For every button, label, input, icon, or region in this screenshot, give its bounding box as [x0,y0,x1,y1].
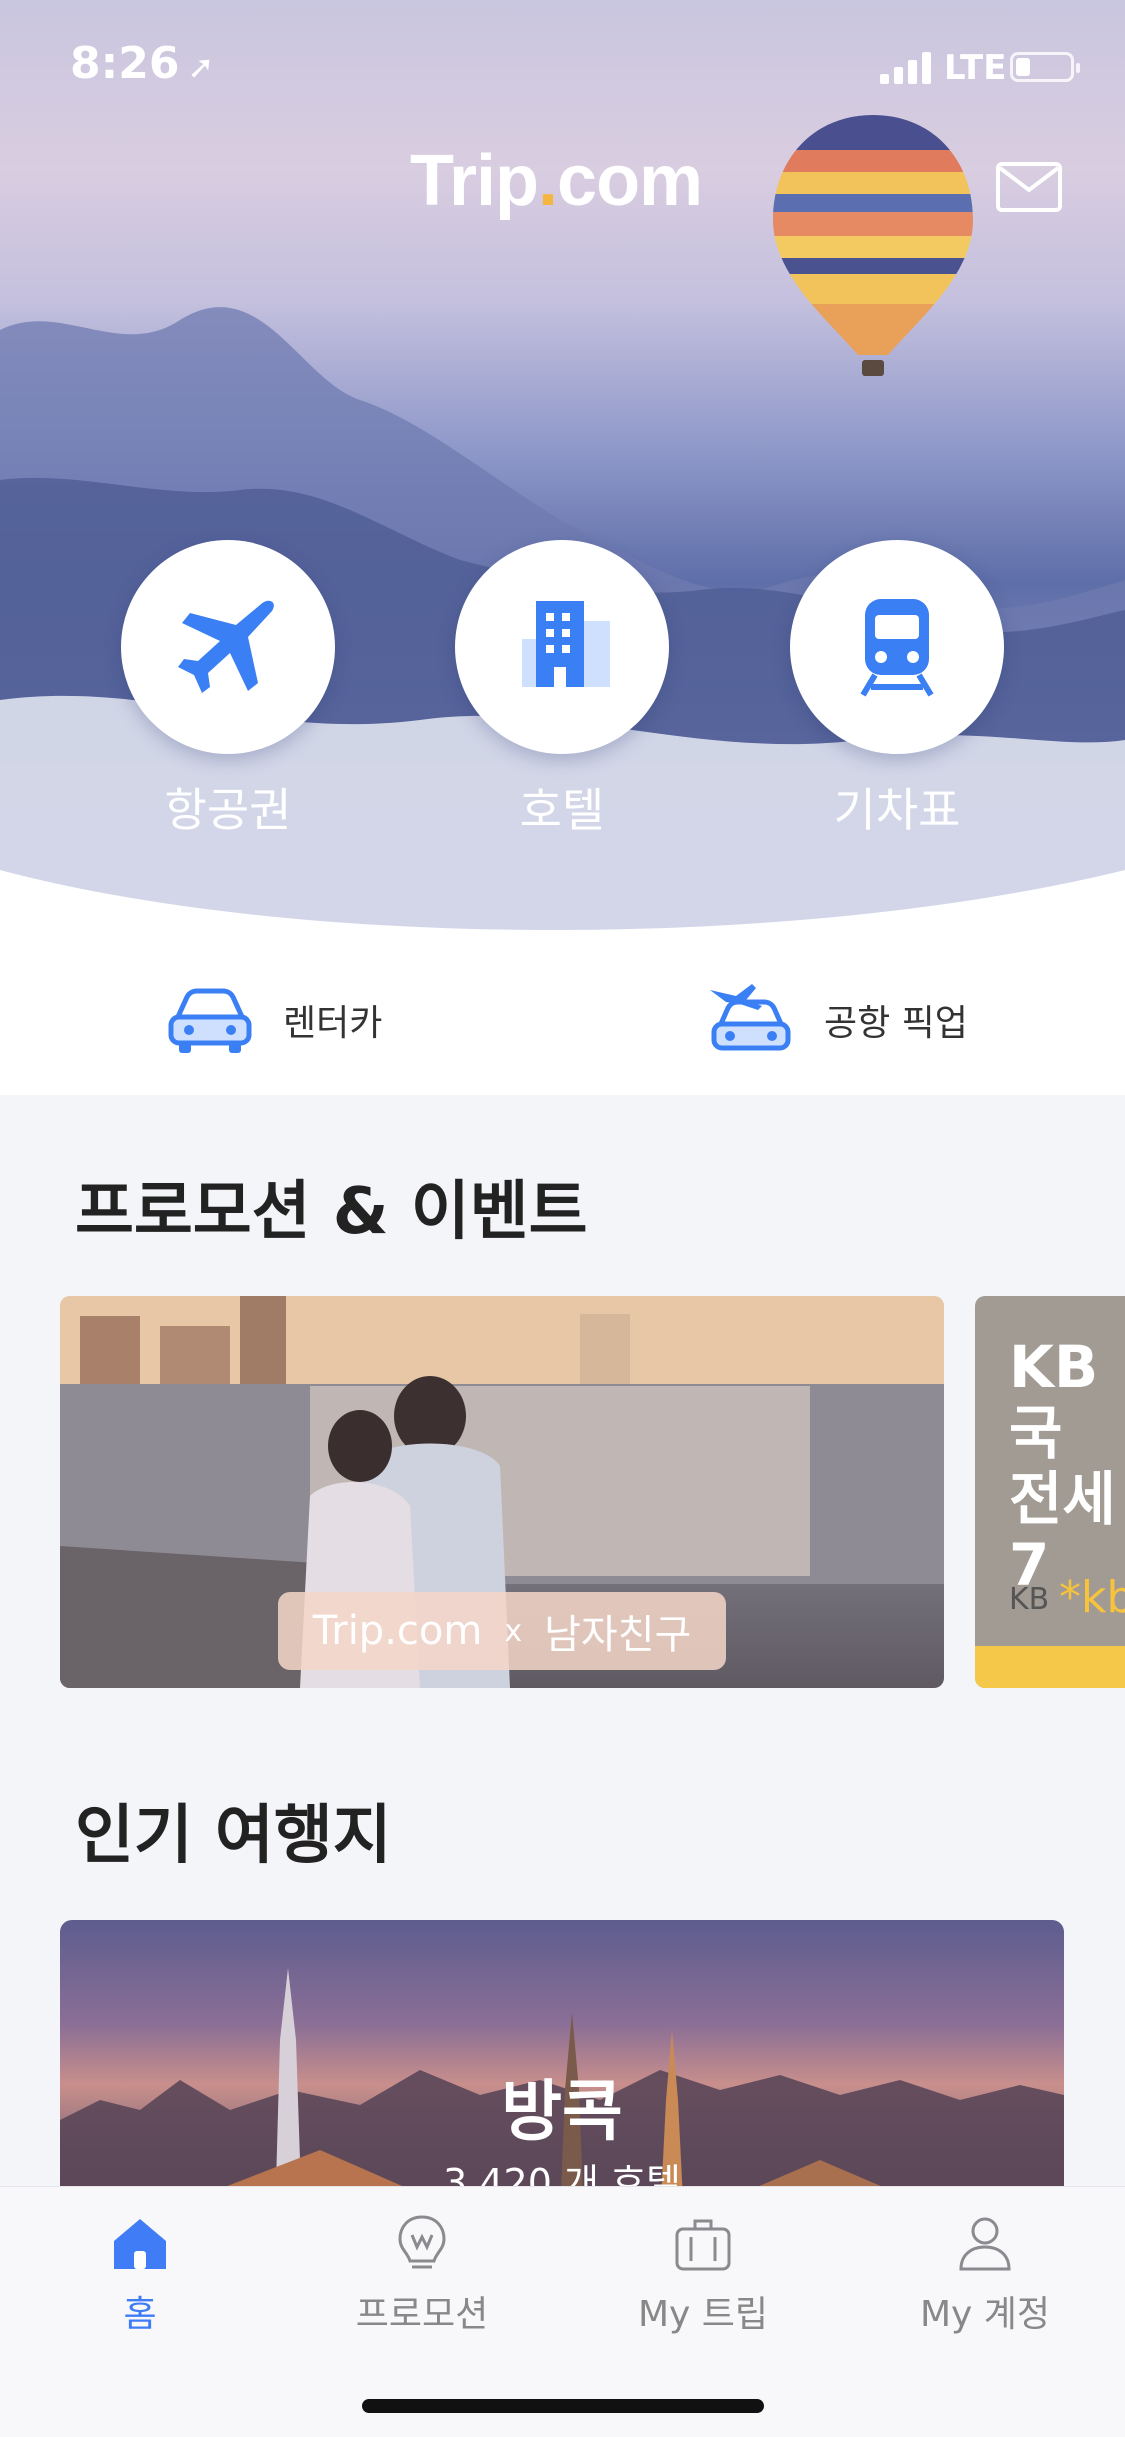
home-indicator[interactable] [362,2399,764,2413]
location-arrow-icon: ➚ [187,48,215,86]
destination-card-bangkok[interactable]: 방콕 3,420 개 호텔 [60,1920,1064,2220]
promo-brand: Trip.com [312,1608,483,1654]
service-hotels[interactable]: 호텔 [455,540,669,840]
promo-kb-headline: KB국 전세7 [1009,1333,1116,1599]
mail-icon[interactable] [996,162,1062,212]
service-label: 항공권 [164,783,292,837]
airport-pickup-icon [710,984,791,1051]
promotions-section-title: 프로모션 & 이벤트 [75,1175,588,1249]
plane-icon [121,540,335,754]
promo-kb-bank: KB [1009,1582,1050,1617]
promo-card-kb[interactable]: KB국 전세7 KB *kb [975,1296,1125,1688]
home-icon [114,2219,166,2269]
car-icon [168,988,252,1053]
status-time: 8:26 ➚ [70,38,215,89]
tab-label: 홈 [123,2294,157,2335]
promo-x: x [504,1613,523,1649]
destination-name: 방콕 [501,2073,623,2150]
quick-links: 렌터카 공항 픽업 [0,940,1125,1095]
tab-label: 프로모션 [355,2294,489,2335]
bottom-tab-bar: 홈 프로모션 My 트립 My 계정 [0,2186,1125,2437]
kb-star-logo: *kb [1059,1572,1125,1623]
suitcase-icon [675,2219,731,2271]
quick-link-car-rental[interactable]: 렌터카 [165,980,382,1060]
service-trains[interactable]: 기차표 [790,540,1004,840]
promo-partner: 남자친구 [544,1612,692,1658]
tab-my-account[interactable]: My 계정 [885,2211,1085,2337]
promo-kb-bar [975,1646,1125,1688]
popular-section-title: 인기 여행지 [75,1799,392,1873]
hot-air-balloon-illustration [773,115,973,376]
service-label: 호텔 [519,783,605,837]
tab-home[interactable]: 홈 [40,2211,240,2337]
quick-link-label: 렌터카 [283,1003,383,1044]
promo-collab-badge: Trip.com x 남자친구 [278,1592,726,1670]
service-label: 기차표 [833,783,961,837]
quick-link-label: 공항 픽업 [824,1003,968,1044]
train-icon [790,540,1004,754]
network-type: LTE [944,48,1007,88]
lightbulb-icon [398,2215,446,2269]
tab-label: My 계정 [919,2294,1051,2335]
quick-link-airport-pickup[interactable]: 공항 픽업 [706,980,968,1060]
tab-promotions[interactable]: 프로모션 [322,2211,522,2337]
tab-my-trips[interactable]: My 트립 [603,2211,803,2337]
user-icon [959,2217,1011,2271]
hotel-icon [455,540,669,754]
promo-card-boyfriend[interactable]: Trip.com x 남자친구 [60,1296,944,1688]
hero-banner: 8:26 ➚ LTE Trip.com 항공권 호텔 기차표 [0,0,1125,940]
cellular-signal-icon [880,52,931,84]
battery-icon [1010,52,1080,82]
service-flights[interactable]: 항공권 [121,540,335,840]
tab-label: My 트립 [637,2294,769,2335]
trip-logo: Trip.com [410,141,703,221]
